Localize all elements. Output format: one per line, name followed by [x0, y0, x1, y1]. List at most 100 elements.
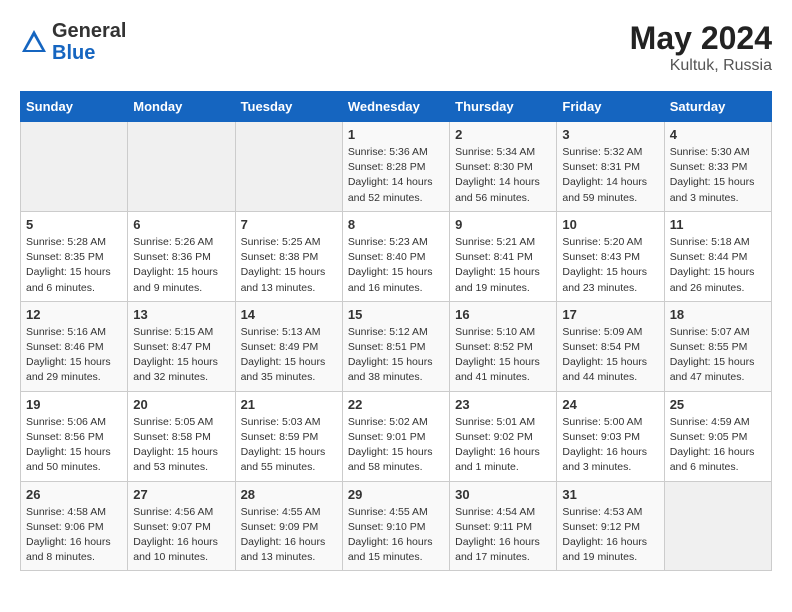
calendar-body: 1 Sunrise: 5:36 AMSunset: 8:28 PMDaylight…: [21, 122, 772, 571]
day-number: 21: [241, 397, 337, 412]
calendar-cell: 21 Sunrise: 5:03 AMSunset: 8:59 PMDayligh…: [235, 391, 342, 481]
day-number: 3: [562, 127, 658, 142]
calendar-header: SundayMondayTuesdayWednesdayThursdayFrid…: [21, 92, 772, 122]
day-number: 10: [562, 217, 658, 232]
day-detail: Sunrise: 5:36 AMSunset: 8:28 PMDaylight:…: [348, 145, 444, 206]
day-detail: Sunrise: 5:26 AMSunset: 8:36 PMDaylight:…: [133, 235, 229, 296]
calendar-week-row: 12 Sunrise: 5:16 AMSunset: 8:46 PMDayligh…: [21, 301, 772, 391]
calendar-table: SundayMondayTuesdayWednesdayThursdayFrid…: [20, 91, 772, 571]
month-year-title: May 2024: [630, 20, 772, 57]
logo-general-text: General: [52, 20, 126, 42]
calendar-cell: 6 Sunrise: 5:26 AMSunset: 8:36 PMDaylight…: [128, 211, 235, 301]
calendar-cell: 30Sunrise: 4:54 AMSunset: 9:11 PMDayligh…: [450, 481, 557, 571]
day-number: 19: [26, 397, 122, 412]
calendar-cell: 25Sunrise: 4:59 AMSunset: 9:05 PMDayligh…: [664, 391, 771, 481]
calendar-cell: [235, 122, 342, 212]
day-detail: Sunrise: 5:01 AMSunset: 9:02 PMDaylight:…: [455, 415, 551, 476]
day-number: 14: [241, 307, 337, 322]
day-detail: Sunrise: 5:06 AMSunset: 8:56 PMDaylight:…: [26, 415, 122, 476]
day-number: 2: [455, 127, 551, 142]
day-detail: Sunrise: 5:28 AMSunset: 8:35 PMDaylight:…: [26, 235, 122, 296]
weekday-header-monday: Monday: [128, 92, 235, 122]
day-number: 27: [133, 487, 229, 502]
calendar-week-row: 5Sunrise: 5:28 AMSunset: 8:35 PMDaylight…: [21, 211, 772, 301]
day-detail: Sunrise: 5:25 AMSunset: 8:38 PMDaylight:…: [241, 235, 337, 296]
calendar-cell: 1 Sunrise: 5:36 AMSunset: 8:28 PMDaylight…: [342, 122, 449, 212]
calendar-cell: 22 Sunrise: 5:02 AMSunset: 9:01 PMDayligh…: [342, 391, 449, 481]
calendar-cell: 15 Sunrise: 5:12 AMSunset: 8:51 PMDayligh…: [342, 301, 449, 391]
day-number: 20: [133, 397, 229, 412]
day-number: 29: [348, 487, 444, 502]
calendar-cell: 23 Sunrise: 5:01 AMSunset: 9:02 PMDayligh…: [450, 391, 557, 481]
day-number: 31: [562, 487, 658, 502]
calendar-cell: [21, 122, 128, 212]
day-number: 26: [26, 487, 122, 502]
day-detail: Sunrise: 5:21 AMSunset: 8:41 PMDaylight:…: [455, 235, 551, 296]
day-detail: Sunrise: 5:02 AMSunset: 9:01 PMDaylight:…: [348, 415, 444, 476]
day-detail: Sunrise: 4:53 AMSunset: 9:12 PMDaylight:…: [562, 505, 658, 566]
day-number: 24: [562, 397, 658, 412]
day-number: 25: [670, 397, 766, 412]
day-detail: Sunrise: 5:23 AMSunset: 8:40 PMDaylight:…: [348, 235, 444, 296]
day-number: 15: [348, 307, 444, 322]
logo-icon: [20, 28, 48, 56]
weekday-header-row: SundayMondayTuesdayWednesdayThursdayFrid…: [21, 92, 772, 122]
calendar-cell: 4Sunrise: 5:30 AMSunset: 8:33 PMDaylight…: [664, 122, 771, 212]
day-number: 11: [670, 217, 766, 232]
day-number: 23: [455, 397, 551, 412]
day-number: 4: [670, 127, 766, 142]
calendar-cell: 18 Sunrise: 5:07 AMSunset: 8:55 PMDayligh…: [664, 301, 771, 391]
day-detail: Sunrise: 5:13 AMSunset: 8:49 PMDaylight:…: [241, 325, 337, 386]
day-detail: Sunrise: 4:55 AMSunset: 9:10 PMDaylight:…: [348, 505, 444, 566]
calendar-cell: 2Sunrise: 5:34 AMSunset: 8:30 PMDaylight…: [450, 122, 557, 212]
weekday-header-wednesday: Wednesday: [342, 92, 449, 122]
logo-blue-text: Blue: [52, 42, 126, 64]
calendar-cell: 17Sunrise: 5:09 AMSunset: 8:54 PMDayligh…: [557, 301, 664, 391]
day-detail: Sunrise: 5:07 AMSunset: 8:55 PMDaylight:…: [670, 325, 766, 386]
day-number: 8: [348, 217, 444, 232]
day-detail: Sunrise: 5:16 AMSunset: 8:46 PMDaylight:…: [26, 325, 122, 386]
calendar-cell: 28Sunrise: 4:55 AMSunset: 9:09 PMDayligh…: [235, 481, 342, 571]
day-detail: Sunrise: 4:54 AMSunset: 9:11 PMDaylight:…: [455, 505, 551, 566]
day-detail: Sunrise: 5:10 AMSunset: 8:52 PMDaylight:…: [455, 325, 551, 386]
day-number: 12: [26, 307, 122, 322]
day-detail: Sunrise: 5:18 AMSunset: 8:44 PMDaylight:…: [670, 235, 766, 296]
day-number: 18: [670, 307, 766, 322]
day-detail: Sunrise: 5:00 AMSunset: 9:03 PMDaylight:…: [562, 415, 658, 476]
calendar-cell: 5Sunrise: 5:28 AMSunset: 8:35 PMDaylight…: [21, 211, 128, 301]
calendar-cell: 13 Sunrise: 5:15 AMSunset: 8:47 PMDayligh…: [128, 301, 235, 391]
calendar-cell: 9 Sunrise: 5:21 AMSunset: 8:41 PMDaylight…: [450, 211, 557, 301]
page-header: General Blue May 2024 Kultuk, Russia: [20, 20, 772, 75]
day-detail: Sunrise: 5:32 AMSunset: 8:31 PMDaylight:…: [562, 145, 658, 206]
day-number: 6: [133, 217, 229, 232]
calendar-cell: 27 Sunrise: 4:56 AMSunset: 9:07 PMDayligh…: [128, 481, 235, 571]
calendar-cell: 24 Sunrise: 5:00 AMSunset: 9:03 PMDayligh…: [557, 391, 664, 481]
day-number: 7: [241, 217, 337, 232]
day-number: 1: [348, 127, 444, 142]
day-number: 22: [348, 397, 444, 412]
calendar-cell: 31 Sunrise: 4:53 AMSunset: 9:12 PMDayligh…: [557, 481, 664, 571]
calendar-week-row: 19 Sunrise: 5:06 AMSunset: 8:56 PMDayligh…: [21, 391, 772, 481]
weekday-header-sunday: Sunday: [21, 92, 128, 122]
day-number: 28: [241, 487, 337, 502]
calendar-cell: 8 Sunrise: 5:23 AMSunset: 8:40 PMDaylight…: [342, 211, 449, 301]
calendar-cell: 20 Sunrise: 5:05 AMSunset: 8:58 PMDayligh…: [128, 391, 235, 481]
day-detail: Sunrise: 5:12 AMSunset: 8:51 PMDaylight:…: [348, 325, 444, 386]
calendar-cell: 10Sunrise: 5:20 AMSunset: 8:43 PMDayligh…: [557, 211, 664, 301]
day-detail: Sunrise: 5:05 AMSunset: 8:58 PMDaylight:…: [133, 415, 229, 476]
day-number: 9: [455, 217, 551, 232]
calendar-cell: 7 Sunrise: 5:25 AMSunset: 8:38 PMDaylight…: [235, 211, 342, 301]
weekday-header-saturday: Saturday: [664, 92, 771, 122]
calendar-cell: 12 Sunrise: 5:16 AMSunset: 8:46 PMDayligh…: [21, 301, 128, 391]
day-detail: Sunrise: 5:03 AMSunset: 8:59 PMDaylight:…: [241, 415, 337, 476]
weekday-header-friday: Friday: [557, 92, 664, 122]
calendar-cell: [664, 481, 771, 571]
weekday-header-thursday: Thursday: [450, 92, 557, 122]
calendar-cell: 14 Sunrise: 5:13 AMSunset: 8:49 PMDayligh…: [235, 301, 342, 391]
weekday-header-tuesday: Tuesday: [235, 92, 342, 122]
day-number: 17: [562, 307, 658, 322]
day-detail: Sunrise: 5:15 AMSunset: 8:47 PMDaylight:…: [133, 325, 229, 386]
day-detail: Sunrise: 4:56 AMSunset: 9:07 PMDaylight:…: [133, 505, 229, 566]
day-number: 13: [133, 307, 229, 322]
title-block: May 2024 Kultuk, Russia: [630, 20, 772, 75]
